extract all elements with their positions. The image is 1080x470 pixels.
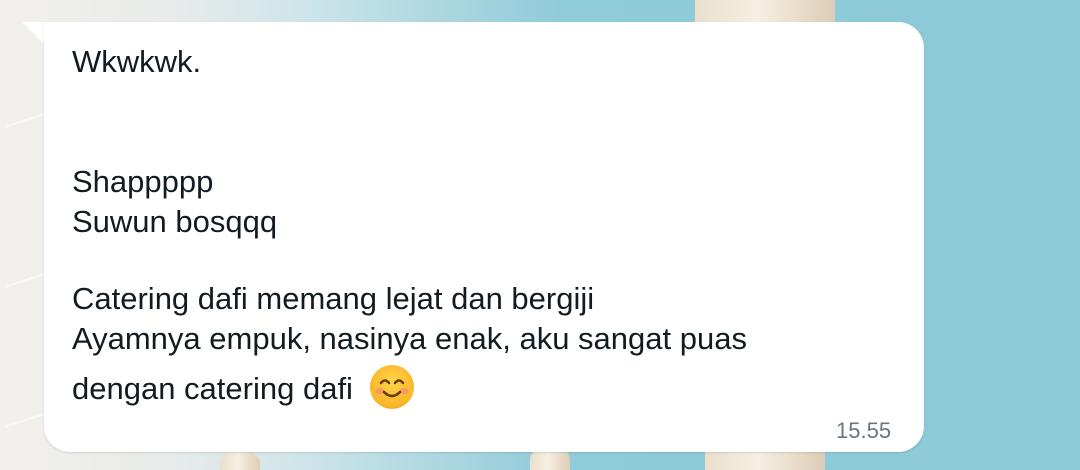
message-line: dengan catering dafi xyxy=(72,371,353,406)
wallpaper-building xyxy=(220,452,260,470)
message-text: Wkwkwk. Shappppp Suwun bosqqq Catering d… xyxy=(72,42,892,413)
message-line: Wkwkwk. xyxy=(72,44,202,79)
message-line: Suwun bosqqq xyxy=(72,204,278,239)
smiling-face-icon xyxy=(369,365,414,409)
message-line: Shappppp xyxy=(72,164,214,199)
message-line: Catering dafi memang lejat dan bergiji xyxy=(72,281,595,316)
message-bubble-tail xyxy=(22,22,46,46)
message-timestamp: 15.55 xyxy=(836,418,892,443)
message-line: Ayamnya empuk, nasinya enak, aku sangat … xyxy=(72,321,747,356)
message-line-last: dengan catering dafi xyxy=(72,365,892,413)
